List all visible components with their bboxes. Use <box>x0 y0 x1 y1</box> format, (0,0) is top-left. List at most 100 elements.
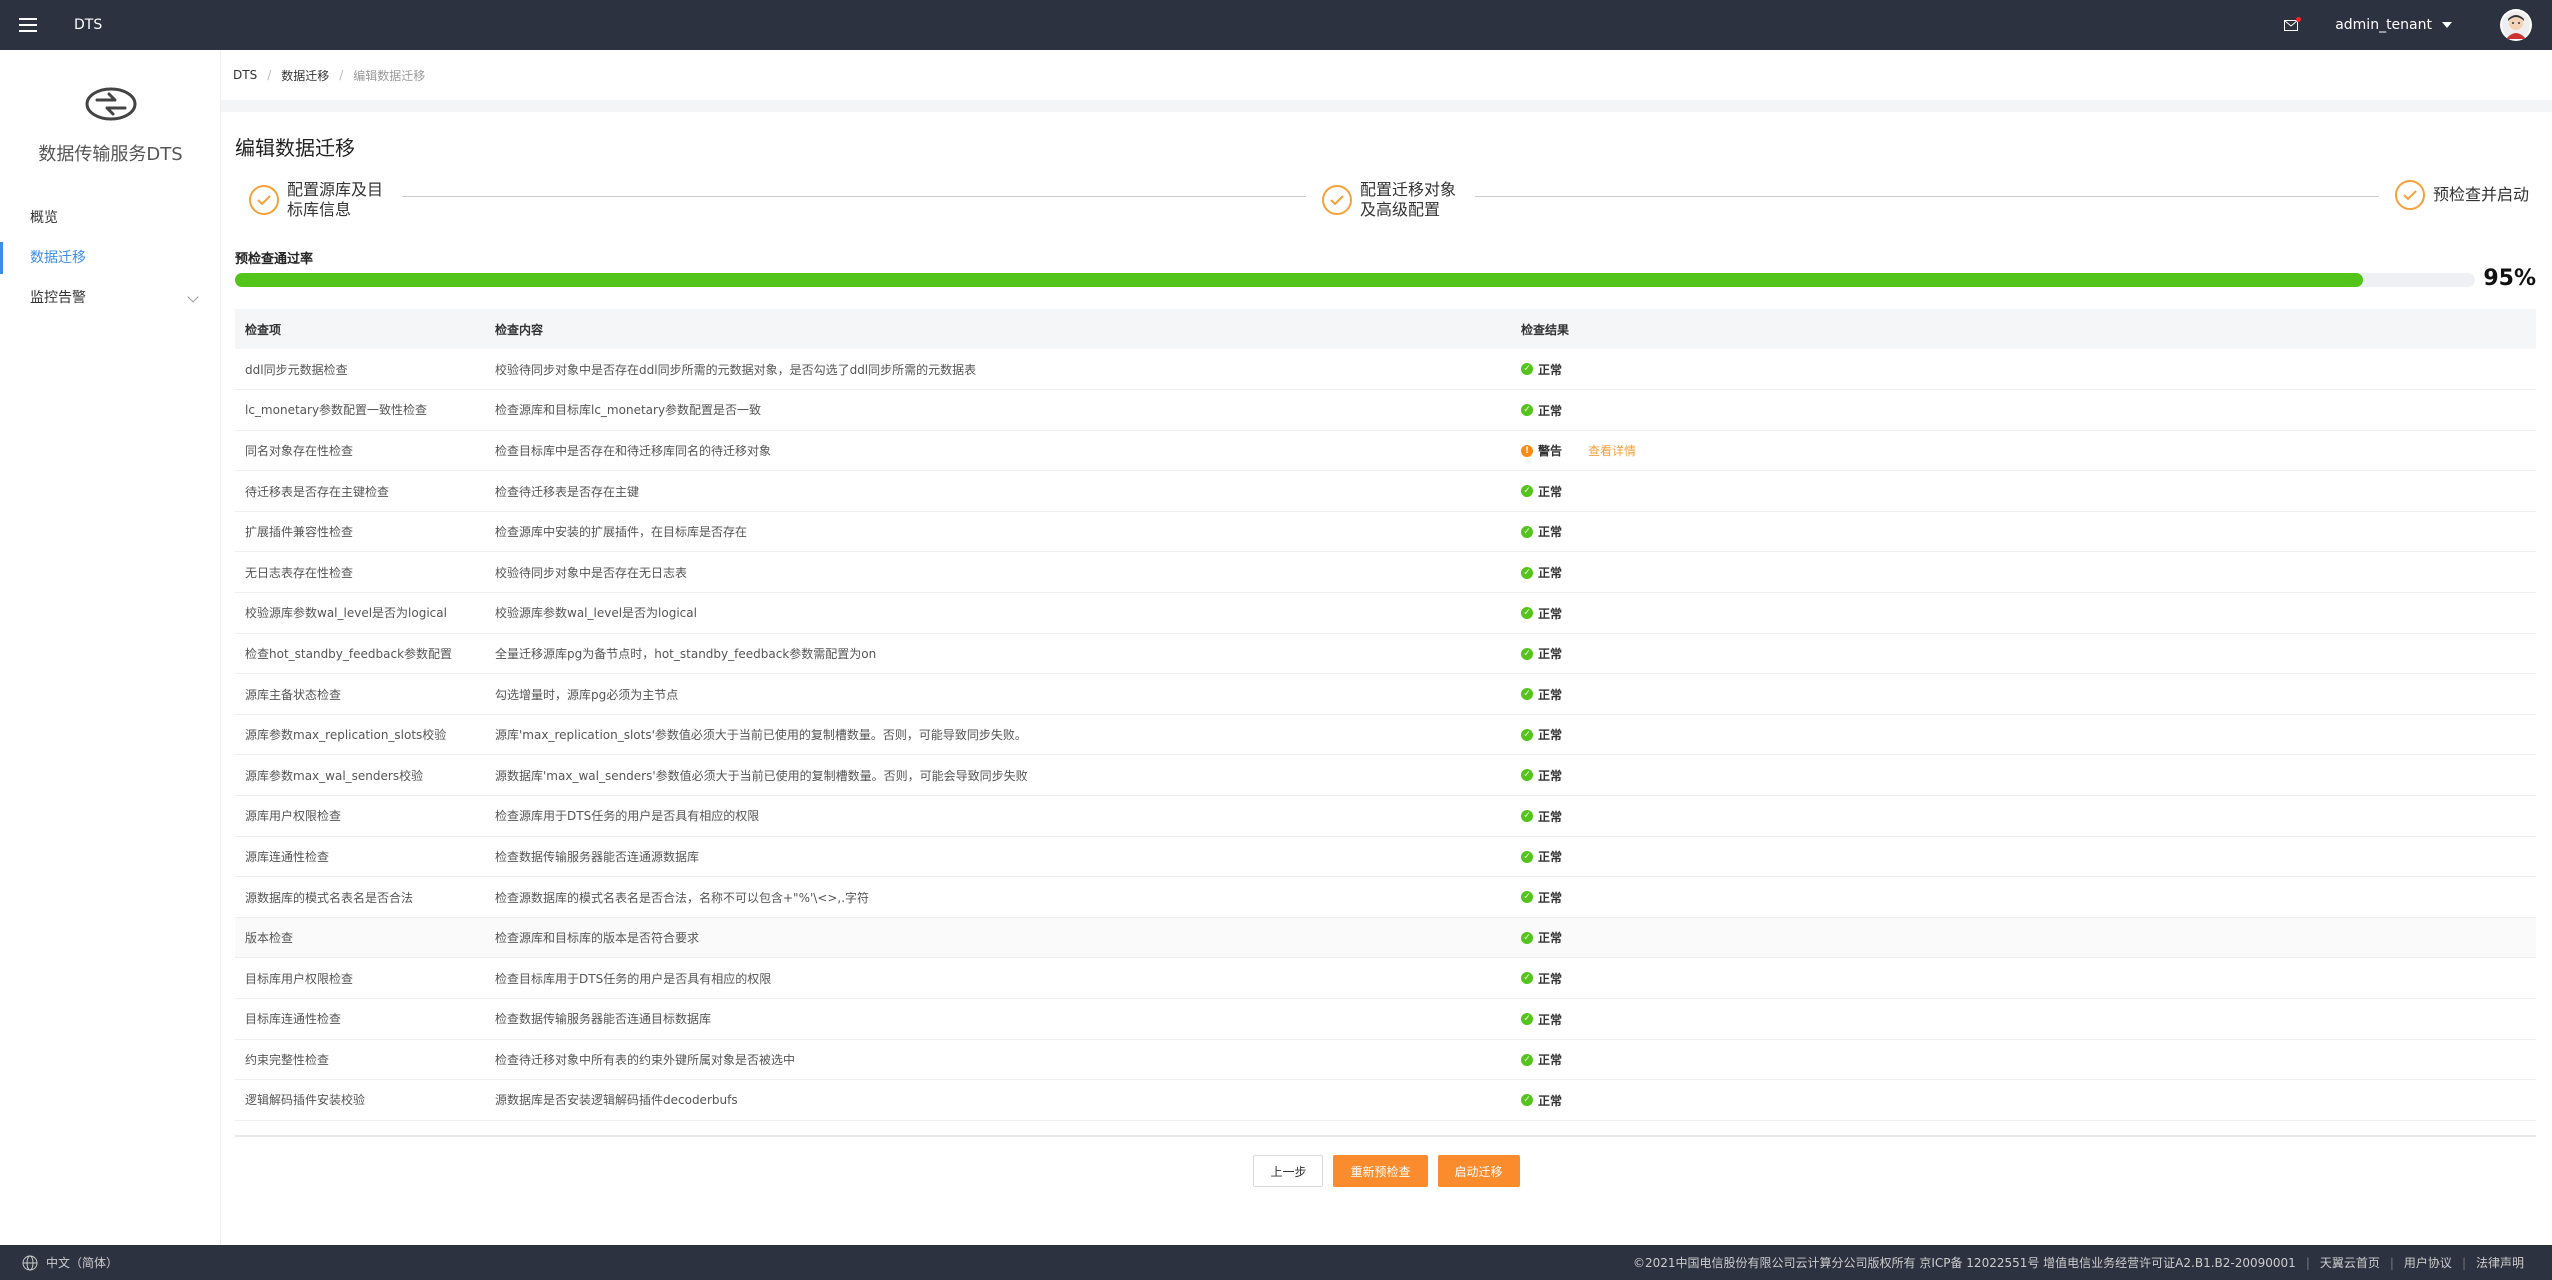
check-content: 勾选增量时，源库pg必须为主节点 <box>485 673 1511 715</box>
product-logo: 数据传输服务DTS <box>0 86 221 166</box>
table-row: 检查hot_standby_feedback参数配置 全量迁移源库pg为备节点时，… <box>235 633 2536 675</box>
previous-step-button[interactable]: 上一步 <box>1253 1155 1324 1187</box>
check-item: 扩展插件兼容性检查 <box>235 511 485 553</box>
page-title: 编辑数据迁移 <box>235 136 355 160</box>
check-content: 检查数据传输服务器能否连通目标数据库 <box>485 998 1511 1040</box>
check-result: ✓ 正常 <box>1511 511 2536 553</box>
check-content: 检查源数据库的模式名表名是否合法，名称不可以包含+"%'\<>,.字符 <box>485 876 1511 918</box>
table-row: 版本检查 检查源库和目标库的版本是否符合要求 ✓ 正常 <box>235 917 2536 959</box>
check-content: 校验待同步对象中是否存在ddl同步所需的元数据对象，是否勾选了ddl同步所需的元… <box>485 349 1511 391</box>
table-row: ddl同步元数据检查 校验待同步对象中是否存在ddl同步所需的元数据对象，是否勾选… <box>235 349 2536 391</box>
success-icon: ✓ <box>1521 404 1533 417</box>
status-badge: ✓ 正常 <box>1521 361 1562 378</box>
recheck-button[interactable]: 重新预检查 <box>1333 1155 1428 1187</box>
success-icon: ✓ <box>1521 688 1533 701</box>
check-result: ✓ 正常 <box>1511 592 2536 634</box>
column-header-content: 检查内容 <box>485 309 1511 349</box>
check-result: ✓ 正常 <box>1511 957 2536 999</box>
status-badge: ✓ 正常 <box>1521 970 1562 987</box>
globe-icon <box>22 1255 38 1270</box>
step-3: 预检查并启动 <box>2395 180 2529 210</box>
check-result: ✓ 正常 <box>1511 1039 2536 1081</box>
check-result: ✓ 正常 <box>1511 673 2536 715</box>
check-item: 待迁移表是否存在主键检查 <box>235 470 485 512</box>
status-badge: ! 警告 查看详情 <box>1521 442 1636 459</box>
breadcrumb-root[interactable]: DTS <box>233 68 257 82</box>
user-menu[interactable]: admin_tenant <box>2335 17 2452 33</box>
view-details-link[interactable]: 查看详情 <box>1588 442 1636 459</box>
check-content: 源库'max_replication_slots'参数值必须大于当前已使用的复制… <box>485 714 1511 756</box>
status-badge: ✓ 正常 <box>1521 402 1562 419</box>
check-result: ✓ 正常 <box>1511 633 2536 675</box>
check-result: ✓ 正常 <box>1511 998 2536 1040</box>
check-content: 检查源库中安装的扩展插件，在目标库是否存在 <box>485 511 1511 553</box>
start-migration-button[interactable]: 启动迁移 <box>1437 1155 1520 1187</box>
check-icon <box>249 185 279 215</box>
status-badge: ✓ 正常 <box>1521 605 1562 622</box>
success-icon: ✓ <box>1521 810 1533 823</box>
check-content: 检查源库和目标库lc_monetary参数配置是否一致 <box>485 389 1511 431</box>
sidebar-item-monitoring[interactable]: 监控告警 <box>0 278 221 318</box>
breadcrumb-parent[interactable]: 数据迁移 <box>281 67 329 84</box>
check-result: ✓ 正常 <box>1511 389 2536 431</box>
table-row: 目标库连通性检查 检查数据传输服务器能否连通目标数据库 ✓ 正常 <box>235 998 2536 1040</box>
status-badge: ✓ 正常 <box>1521 686 1562 703</box>
status-badge: ✓ 正常 <box>1521 929 1562 946</box>
table-row: 待迁移表是否存在主键检查 检查待迁移表是否存在主键 ✓ 正常 <box>235 470 2536 512</box>
breadcrumb-separator: / <box>267 68 272 82</box>
success-icon: ✓ <box>1521 850 1533 863</box>
check-item: 无日志表存在性检查 <box>235 551 485 594</box>
language-selector[interactable]: 中文（简体） <box>22 1254 118 1271</box>
check-item: 校验源库参数wal_level是否为logical <box>235 592 485 634</box>
check-result: ✓ 正常 <box>1511 876 2536 918</box>
table-row: 约束完整性检查 检查待迁移对象中所有表的约束外键所属对象是否被选中 ✓ 正常 <box>235 1039 2536 1081</box>
success-icon: ✓ <box>1521 566 1533 579</box>
sidebar-item-label: 概览 <box>30 210 58 226</box>
status-badge: ✓ 正常 <box>1521 564 1562 581</box>
progress-fill <box>235 273 2363 287</box>
table-row: 源库参数max_wal_senders校验 源数据库'max_wal_sender… <box>235 754 2536 797</box>
check-content: 检查目标库中是否存在和待迁移库同名的待迁移对象 <box>485 430 1511 472</box>
step-label: 预检查并启动 <box>2433 185 2530 204</box>
status-badge: ✓ 正常 <box>1521 889 1562 906</box>
status-badge: ✓ 正常 <box>1521 1051 1562 1068</box>
table-header-row: 检查项 检查内容 检查结果 <box>235 309 2536 349</box>
check-result: ✓ 正常 <box>1511 551 2536 594</box>
check-content: 检查目标库用于DTS任务的用户是否具有相应的权限 <box>485 957 1511 999</box>
copyright-text: ©2021中国电信股份有限公司云计算分公司版权所有 京ICP备 12022551… <box>1632 1256 2296 1270</box>
success-icon: ✓ <box>1521 1094 1533 1107</box>
check-item: 目标库用户权限检查 <box>235 957 485 999</box>
precheck-table: 检查项 检查内容 检查结果 ddl同步元数据检查 校验待同步对象中是否存在ddl同… <box>235 309 2536 1121</box>
check-content: 源数据库'max_wal_senders'参数值必须大于当前已使用的复制槽数量。… <box>485 754 1511 797</box>
sidebar-item-label: 监控告警 <box>30 290 86 306</box>
check-icon <box>2395 180 2425 210</box>
check-content: 检查数据传输服务器能否连通源数据库 <box>485 836 1511 878</box>
success-icon: ✓ <box>1521 931 1533 944</box>
check-result: ✓ 正常 <box>1511 754 2536 797</box>
action-bar: 上一步 重新预检查 启动迁移 <box>221 1155 2552 1187</box>
sidebar: 数据传输服务DTS 概览 数据迁移 监控告警 <box>0 50 221 1245</box>
app-name: DTS <box>74 17 103 33</box>
username: admin_tenant <box>2335 17 2432 33</box>
status-badge: ✓ 正常 <box>1521 1092 1562 1109</box>
sidebar-item-overview[interactable]: 概览 <box>0 198 221 238</box>
sidebar-nav: 概览 数据迁移 监控告警 <box>0 198 221 318</box>
check-result: ✓ 正常 <box>1511 836 2536 878</box>
menu-icon[interactable] <box>0 0 56 50</box>
sidebar-item-data-migration[interactable]: 数据迁移 <box>0 238 221 278</box>
avatar[interactable] <box>2500 9 2532 41</box>
mail-icon[interactable] <box>2281 15 2302 35</box>
table-row: 无日志表存在性检查 校验待同步对象中是否存在无日志表 ✓ 正常 <box>235 551 2536 594</box>
footer-link-legal[interactable]: 法律声明 <box>2476 1254 2524 1271</box>
check-item: 源库参数max_wal_senders校验 <box>235 754 485 797</box>
main-card: 编辑数据迁移 配置源库及目 标库信息 配置迁移对象 及高级配置 预检查并启动 预… <box>221 112 2552 1245</box>
pass-rate-value: 95% <box>2483 266 2536 291</box>
footer-link-home[interactable]: 天翼云首页 <box>2320 1254 2380 1271</box>
table-row: 源库主备状态检查 勾选增量时，源库pg必须为主节点 ✓ 正常 <box>235 673 2536 715</box>
check-item: 版本检查 <box>235 917 485 959</box>
check-content: 检查待迁移对象中所有表的约束外键所属对象是否被选中 <box>485 1039 1511 1081</box>
pass-rate-label: 预检查通过率 <box>235 252 314 267</box>
check-item: 源库连通性检查 <box>235 836 485 878</box>
footer-link-user-agreement[interactable]: 用户协议 <box>2404 1254 2452 1271</box>
check-content: 检查待迁移表是否存在主键 <box>485 470 1511 512</box>
